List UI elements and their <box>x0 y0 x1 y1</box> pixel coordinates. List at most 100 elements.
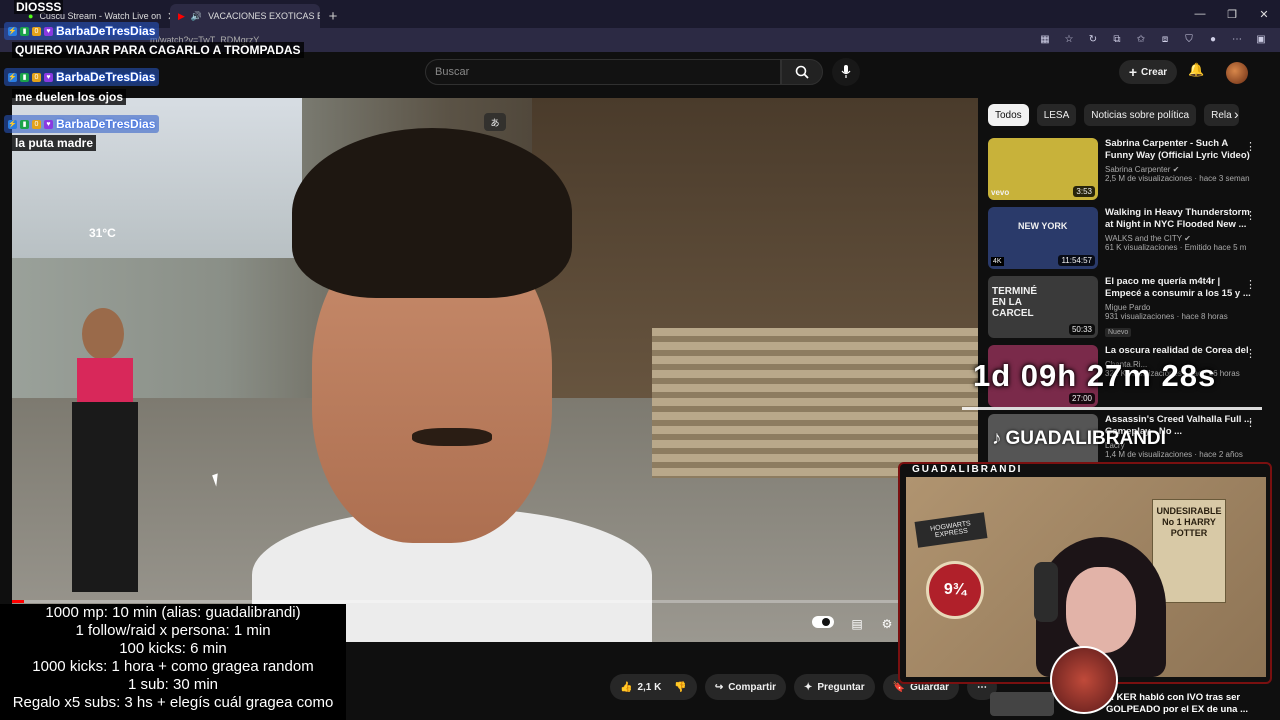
chip-noticias[interactable]: Noticias sobre política <box>1084 104 1197 126</box>
search-input[interactable]: Buscar <box>425 59 781 85</box>
duration-badge: 27:00 <box>1068 393 1095 404</box>
sparkle-icon: ✦ <box>804 681 813 693</box>
close-window-icon[interactable]: ✕ <box>1248 0 1280 28</box>
pedestrian-top <box>77 358 133 402</box>
verified-icon: ✔ <box>1172 165 1180 174</box>
rule-line: 100 kicks: 6 min <box>119 640 227 657</box>
video-thumbnail[interactable] <box>990 692 1054 716</box>
favorite-icon[interactable]: ☆ <box>1062 32 1076 46</box>
hogwarts-sign: HOGWARTS EXPRESS <box>914 512 988 548</box>
badge-icon: ⚡ <box>8 72 17 82</box>
video-streamer <box>252 128 652 642</box>
audio-playing-icon[interactable]: 🔊 <box>191 11 202 22</box>
plus-icon: + <box>1128 64 1138 80</box>
subathon-countdown: 1d 09h 27m 28s <box>973 358 1217 393</box>
maximize-icon[interactable]: ❐ <box>1216 0 1248 28</box>
notifications-bell-icon[interactable]: 🔔 <box>1188 62 1204 78</box>
kebab-menu-icon[interactable]: ⋮ <box>1245 140 1256 153</box>
favorites-icon[interactable]: ✩ <box>1134 32 1148 46</box>
duration-badge: 3:53 <box>1073 186 1095 197</box>
video-progress-bar[interactable] <box>12 600 978 603</box>
subtitles-icon[interactable]: ▤ <box>846 614 868 634</box>
chevron-right-icon[interactable]: › <box>1234 106 1239 122</box>
chat-message: la puta madre <box>12 135 97 151</box>
chat-name: BarbaDeTresDias <box>56 70 156 84</box>
streamer-mustache <box>412 428 492 446</box>
shield-icon[interactable]: ⛉ <box>1182 32 1196 46</box>
badge-icon: 0 <box>32 72 41 82</box>
tiktok-name: GUADALIBRANDI <box>1005 428 1166 449</box>
collections-icon[interactable]: ⧈ <box>1158 32 1172 46</box>
video-player[interactable]: 31°C あ ▤ ⚙ <box>12 98 978 642</box>
extensions-icon[interactable]: ⧉ <box>1110 32 1124 46</box>
duration-badge: 11:54:57 <box>1058 255 1095 266</box>
video-thumbnail[interactable]: vevo 3:53 <box>988 138 1098 200</box>
chip-lesa[interactable]: LESA <box>1036 104 1077 126</box>
list-item[interactable]: vevo 3:53 Sabrina Carpenter - Such A Fun… <box>988 138 1258 207</box>
like-button[interactable]: 👍 2,1 K 👎 <box>610 674 697 700</box>
quality-badge: 4K <box>991 257 1004 266</box>
rec-channel[interactable]: WALKS and the CITY ✔ <box>1105 234 1253 243</box>
apps-icon[interactable]: ▦ <box>1038 32 1052 46</box>
pedestrian-pants <box>72 402 138 592</box>
kebab-menu-icon[interactable]: ⋮ <box>1245 347 1256 360</box>
share-label: Compartir <box>728 681 776 693</box>
chat-username: ⚡ ▮ 0 ♥ BarbaDeTresDias <box>4 115 160 133</box>
voice-search-button[interactable] <box>832 58 860 86</box>
share-button[interactable]: ↪ Compartir <box>704 674 786 700</box>
settings-gear-icon[interactable]: ⚙ <box>876 614 898 634</box>
autoplay-toggle[interactable] <box>812 616 834 628</box>
temperature-sign: 31°C <box>89 226 116 240</box>
create-button[interactable]: + Crear <box>1119 60 1177 84</box>
rule-line: 1000 mp: 10 min (alias: guadalibrandi) <box>45 604 301 621</box>
refresh-icon[interactable]: ↻ <box>1086 32 1100 46</box>
tab-vacaciones-exoticas[interactable]: ▶ 🔊 VACACIONES EXOTICAS EN S ✕ <box>170 4 320 28</box>
badge-icon: 0 <box>32 26 41 36</box>
kebab-menu-icon[interactable]: ⋮ <box>1245 209 1256 222</box>
ask-button[interactable]: ✦ Preguntar <box>794 674 875 700</box>
youtube-header: Buscar + Crear 🔔 <box>0 52 1280 96</box>
filter-chips: Todos LESA Noticias sobre política Rela <box>988 104 1250 126</box>
minimize-icon[interactable]: — <box>1184 0 1216 28</box>
chat-top-message: DIOSSS <box>14 0 64 14</box>
rec-meta: 1,4 M de visualizaciones · hace 2 años <box>1105 450 1243 459</box>
more-icon[interactable]: ⋯ <box>1230 32 1244 46</box>
rule-line: 1 sub: 30 min <box>127 676 219 693</box>
list-item[interactable]: TERMINÉ EN LA CARCEL 50:33 El paco me qu… <box>988 276 1258 345</box>
video-progress-fill <box>12 600 24 603</box>
rec-channel[interactable]: Sabrina Carpenter ✔ <box>1105 165 1253 174</box>
video-thumbnail[interactable]: TERMINÉ EN LA CARCEL 50:33 <box>988 276 1098 338</box>
translate-icon[interactable]: あ <box>484 113 506 131</box>
rec-title[interactable]: Walking in Heavy Thunderstorm at Night i… <box>1105 207 1253 231</box>
channel-name: WALKS and the CITY <box>1105 234 1182 243</box>
duration-badge: 50:33 <box>1068 324 1095 335</box>
new-tab-button[interactable]: + <box>320 4 346 28</box>
rec-title[interactable]: El paco me quería m4t4r | Empecé a consu… <box>1105 276 1253 300</box>
chat-message: QUIERO VIAJAR PARA CAGARLO A TROMPADAS <box>12 42 304 58</box>
rec-meta: 931 visualizaciones · hace 8 horas <box>1105 312 1228 321</box>
kebab-menu-icon[interactable]: ⋮ <box>1245 278 1256 291</box>
video-thumbnail[interactable]: NEW YORK 4K 11:54:57 <box>988 207 1098 269</box>
streamer-logo <box>1050 646 1118 714</box>
list-item[interactable]: NEW YORK 4K 11:54:57 Walking in Heavy Th… <box>988 207 1258 276</box>
chat-message: me duelen los ojos <box>12 89 127 105</box>
profile-icon[interactable]: ● <box>1206 32 1220 46</box>
rec-channel[interactable]: Migue Pardo <box>1105 303 1253 312</box>
rec-meta: 61 K visualizaciones · Emitido hace 5 m <box>1105 243 1247 252</box>
rec-title[interactable]: La oscura realidad de Corea del <box>1105 345 1253 357</box>
badge-icon: ▮ <box>20 26 29 36</box>
kebab-menu-icon[interactable]: ⋮ <box>1245 416 1256 429</box>
search-button[interactable] <box>781 59 823 85</box>
rec-title[interactable]: Sabrina Carpenter - Such A Funny Way (Of… <box>1105 138 1253 162</box>
thumbs-down-icon[interactable]: 👎 <box>674 682 686 693</box>
browser-tab-bar: ● Cuscu Stream - Watch Live on ✕ ▶ 🔊 VAC… <box>0 0 1280 28</box>
badge-icon: 0 <box>32 119 41 129</box>
platform-sign: 9¾ <box>926 561 984 619</box>
rec-title[interactable]: ... KER habló con IVO tras ser GOLPEADO … <box>1106 692 1256 716</box>
avatar[interactable] <box>1226 62 1248 84</box>
badge-icon: ♥ <box>44 119 53 129</box>
thumb-text: TERMINÉ EN LA CARCEL <box>992 286 1037 319</box>
subathon-rules: 1000 mp: 10 min (alias: guadalibrandi) 1… <box>0 604 346 720</box>
sidebar-icon[interactable]: ▣ <box>1254 32 1268 46</box>
chip-todos[interactable]: Todos <box>988 104 1029 126</box>
